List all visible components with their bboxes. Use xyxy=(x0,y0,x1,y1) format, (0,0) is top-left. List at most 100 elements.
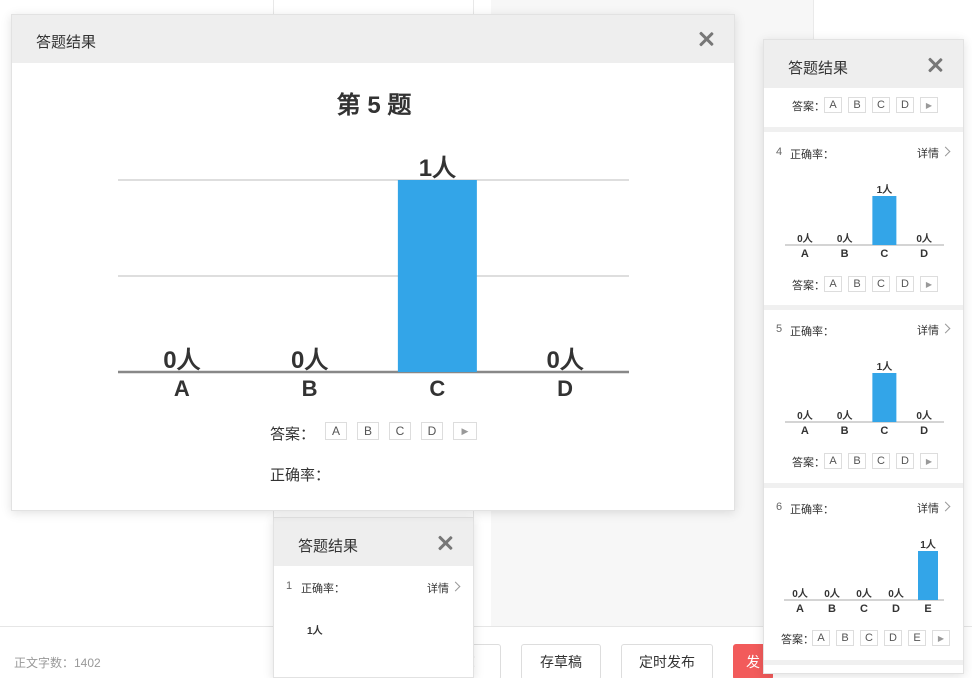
data-label: 0人 xyxy=(916,232,933,245)
answer-option-c[interactable]: C xyxy=(872,453,890,469)
data-label: 0人 xyxy=(888,587,905,600)
answer-label: 答案： xyxy=(270,426,316,443)
tick-label: D xyxy=(892,603,900,615)
detail-link[interactable]: 详情 xyxy=(917,322,939,338)
bar-c xyxy=(872,196,897,245)
answer-option-d[interactable]: D xyxy=(884,630,902,646)
play-icon[interactable]: ▶ xyxy=(920,97,938,113)
result-modal-main: 答题结果 第 5 题 0人 A 0人 B 1人 C 0人 D 答案： A B C D ▶ 正确… xyxy=(11,14,735,511)
data-label: 0人 xyxy=(916,409,933,422)
answer-option-c[interactable]: C xyxy=(872,276,890,292)
tick-label: A xyxy=(174,376,190,401)
data-label: 1人 xyxy=(877,183,894,196)
bar-e xyxy=(918,551,938,600)
data-label: 0人 xyxy=(546,347,583,374)
chevron-right-icon xyxy=(940,501,951,512)
tick-label: B xyxy=(841,425,849,437)
data-label: 0人 xyxy=(824,587,841,600)
modal-title: 答题结果 xyxy=(298,538,359,555)
answer-option-b[interactable]: B xyxy=(836,630,854,646)
data-label: 1人 xyxy=(419,155,456,182)
result-panel-side: 答题结果 答案： A B C D ▶ 4 正确率： 详情 0人 A 0人 B 1人 C 0人… xyxy=(763,39,964,674)
data-label: 0人 xyxy=(837,232,854,245)
divider xyxy=(764,305,963,310)
tick-label: B xyxy=(841,248,849,260)
tick-label: D xyxy=(920,425,928,437)
accuracy-label: 正确率： xyxy=(301,583,345,595)
answer-option-a[interactable]: A xyxy=(824,97,842,113)
data-label: 0人 xyxy=(837,409,854,422)
data-label: 0人 xyxy=(797,232,814,245)
question-number: 6 xyxy=(776,501,783,513)
tick-label: A xyxy=(801,248,809,260)
tick-label: C xyxy=(880,248,888,260)
answer-option-a[interactable]: A xyxy=(824,453,842,469)
tick-label: D xyxy=(920,248,928,260)
answer-label: 答案： xyxy=(792,457,825,469)
answer-option-b[interactable]: B xyxy=(848,97,866,113)
data-label: 0人 xyxy=(856,587,873,600)
accuracy-label: 正确率： xyxy=(790,149,834,161)
tick-label: C xyxy=(429,376,445,401)
data-label: 1人 xyxy=(307,626,323,637)
data-label: 1人 xyxy=(877,360,894,373)
answer-option-a[interactable]: A xyxy=(812,630,830,646)
result-panel-bottom: 答题结果 1 正确率： 详情 1人 xyxy=(273,517,474,678)
question-number: 5 xyxy=(776,323,783,335)
play-icon[interactable]: ▶ xyxy=(920,276,938,292)
data-label: 1人 xyxy=(920,538,937,551)
play-icon[interactable]: ▶ xyxy=(453,422,477,440)
accuracy-label: 正确率： xyxy=(790,326,834,338)
tick-label: A xyxy=(796,603,804,615)
divider xyxy=(764,483,963,488)
question-number: 4 xyxy=(776,146,783,158)
answer-label: 答案： xyxy=(792,101,825,113)
q4-bar-chart: 0人 A 0人 B 1人 C 0人 D xyxy=(785,183,944,260)
chevron-right-icon xyxy=(450,581,461,592)
main-bar-chart: 0人A0人B1人C0人D xyxy=(118,155,629,401)
detail-link[interactable]: 详情 xyxy=(917,145,939,161)
answer-option-c[interactable]: C xyxy=(860,630,878,646)
bar-c xyxy=(397,180,477,372)
answer-option-a[interactable]: A xyxy=(824,276,842,292)
tick-label: B xyxy=(302,376,318,401)
answer-option-c[interactable]: C xyxy=(389,422,411,440)
tick-label: B xyxy=(828,603,836,615)
tick-label: D xyxy=(557,376,573,401)
answer-option-a[interactable]: A xyxy=(325,422,347,440)
answer-option-e[interactable]: E xyxy=(908,630,926,646)
play-icon[interactable]: ▶ xyxy=(920,453,938,469)
accuracy-label: 正确率： xyxy=(270,467,331,484)
accuracy-label: 正确率： xyxy=(790,504,834,516)
data-label: 0人 xyxy=(163,347,200,374)
tick-label: E xyxy=(924,603,931,615)
chevron-right-icon xyxy=(940,323,951,334)
data-label: 0人 xyxy=(792,587,809,600)
answer-option-b[interactable]: B xyxy=(848,276,866,292)
divider xyxy=(764,127,963,132)
tick-label: C xyxy=(860,603,868,615)
answer-option-d[interactable]: D xyxy=(421,422,443,440)
close-icon[interactable] xyxy=(435,533,455,553)
q5-bar-chart: 0人 A 0人 B 1人 C 0人 D xyxy=(785,360,944,437)
answer-label: 答案： xyxy=(781,634,814,646)
answer-option-b[interactable]: B xyxy=(357,422,379,440)
schedule-publish-button[interactable]: 定时发布 xyxy=(621,644,713,678)
question-number: 1 xyxy=(286,580,293,592)
q6-bar-chart: 0人 A 0人 B 0人 C 0人 D 1人 E xyxy=(784,538,944,615)
modal-title: 答题结果 xyxy=(788,60,849,77)
answer-option-c[interactable]: C xyxy=(872,97,890,113)
tick-label: C xyxy=(880,425,888,437)
answer-option-d[interactable]: D xyxy=(896,453,914,469)
close-icon[interactable] xyxy=(925,55,945,75)
chevron-right-icon xyxy=(940,146,951,157)
save-draft-button[interactable]: 存草稿 xyxy=(521,644,601,678)
detail-link[interactable]: 详情 xyxy=(427,580,449,596)
answer-option-d[interactable]: D xyxy=(896,276,914,292)
bar-c xyxy=(872,373,897,422)
answer-option-b[interactable]: B xyxy=(848,453,866,469)
answer-option-d[interactable]: D xyxy=(896,97,914,113)
answer-label: 答案： xyxy=(792,280,825,292)
detail-link[interactable]: 详情 xyxy=(917,500,939,516)
play-icon[interactable]: ▶ xyxy=(932,630,950,646)
